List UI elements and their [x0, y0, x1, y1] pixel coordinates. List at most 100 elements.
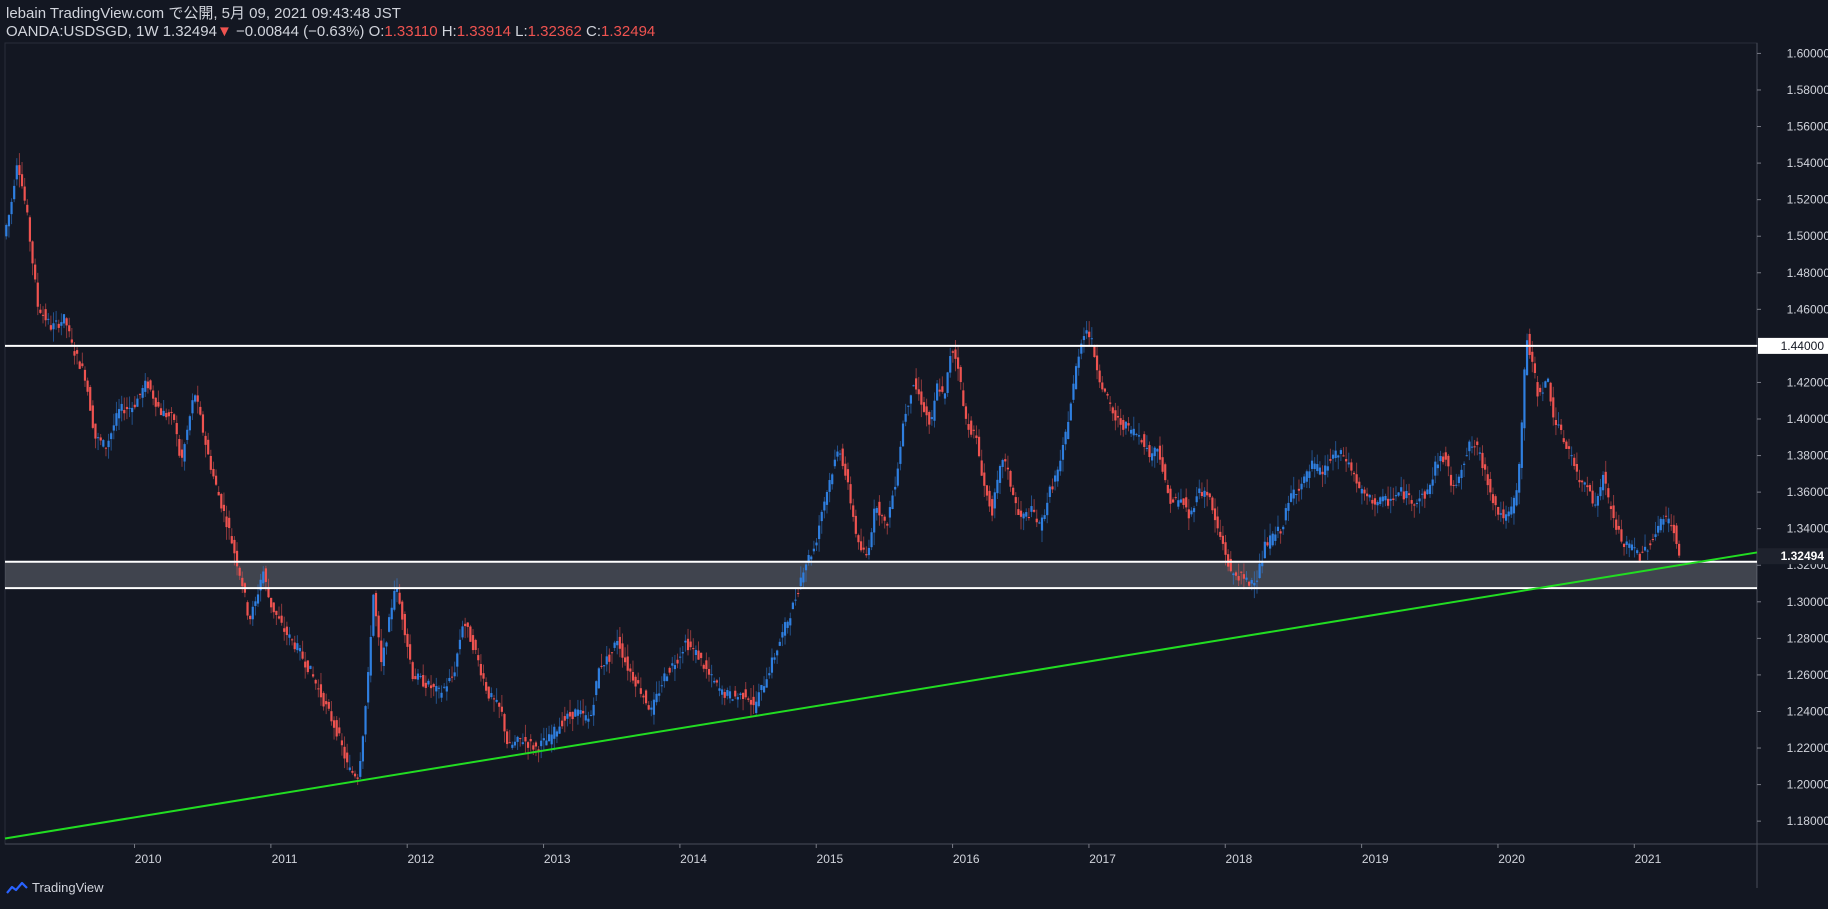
candle-up [1074, 366, 1078, 390]
candle-up [1287, 502, 1290, 511]
candle-down [1565, 441, 1568, 449]
candle-down [317, 688, 320, 690]
candle-up [1662, 519, 1665, 525]
candle-up [1043, 515, 1046, 520]
candle-down [1095, 355, 1099, 371]
time-axis[interactable]: 2010 2011 2012 2013 2014 2015 2016 2017 2018 2019… [134, 844, 1662, 866]
candle-up [1245, 577, 1248, 580]
candle-down [304, 661, 307, 668]
candle-up [555, 731, 559, 737]
candle-down [332, 720, 336, 728]
x-tick-label: 2021 [1635, 852, 1662, 866]
candle-up [96, 437, 100, 439]
candle-down [1672, 524, 1675, 534]
candle-down [532, 745, 535, 750]
price-chart[interactable]: 1.18000 1.20000 1.22000 1.24000 1.26000 1.280… [0, 0, 1828, 909]
candle-up [736, 697, 739, 700]
candle-down [1352, 472, 1356, 475]
candle-up [183, 444, 186, 462]
candle-up [1271, 533, 1274, 546]
candle-down [1093, 346, 1096, 358]
candle-up [587, 718, 590, 722]
candle-up [10, 201, 13, 215]
candle-up [838, 453, 842, 455]
candle-down [1350, 462, 1353, 471]
candle-up [256, 594, 260, 604]
y-tick-label: 1.34000 [1787, 522, 1828, 536]
candle-up [186, 429, 189, 440]
candle-down [1366, 493, 1369, 497]
candle-up [1630, 544, 1634, 551]
candles [5, 153, 1681, 786]
candle-down [1386, 498, 1390, 506]
candle-up [1137, 435, 1141, 437]
candle-down [99, 437, 102, 441]
candle-down [1609, 506, 1613, 510]
candle-up [1654, 534, 1657, 538]
candle-up [1030, 506, 1033, 512]
price-axis[interactable]: 1.18000 1.20000 1.22000 1.24000 1.26000 1.280… [1757, 46, 1828, 828]
candle-up [1048, 486, 1051, 498]
tradingview-branding[interactable]: TradingView [6, 880, 104, 895]
candle-down [270, 597, 273, 608]
candle-up [655, 693, 658, 703]
candle-up [1025, 512, 1028, 517]
candle-down [928, 411, 931, 425]
candle-up [650, 707, 653, 710]
candle-down [146, 381, 149, 389]
candle-up [566, 713, 569, 719]
candle-down [1088, 331, 1091, 338]
candle-up [1022, 513, 1025, 519]
candle-down [1148, 445, 1151, 458]
candle-down [479, 663, 482, 676]
candle-up [1135, 433, 1138, 435]
candle-up [867, 547, 871, 556]
candle-down [94, 423, 97, 439]
candle-down [1670, 525, 1673, 527]
candle-down [700, 652, 703, 659]
candle-up [558, 726, 561, 734]
low-value: 1.32362 [527, 23, 582, 40]
y-tick-label: 1.38000 [1787, 449, 1828, 463]
candle-up [1179, 499, 1183, 503]
candle-up [815, 542, 818, 546]
candle-up [453, 672, 456, 677]
candle-down [500, 706, 503, 712]
candle-down [1484, 464, 1487, 470]
candle-down [76, 350, 79, 354]
x-tick-label: 2020 [1498, 852, 1525, 866]
candle-down [988, 490, 991, 507]
candle-up [1468, 441, 1471, 452]
candle-up [128, 407, 131, 409]
candle-up [1305, 471, 1308, 482]
candle-down [1161, 457, 1164, 472]
candle-down [1009, 471, 1012, 487]
candle-up [833, 459, 836, 467]
candle-up [1397, 492, 1400, 496]
candle-up [1421, 493, 1424, 495]
candle-up [1130, 429, 1133, 434]
candle-up [1195, 496, 1198, 503]
y-tick-label: 1.54000 [1787, 156, 1828, 170]
candle-down [1158, 445, 1162, 460]
candle-down [702, 664, 705, 669]
candle-up [448, 677, 451, 682]
candle-up [1667, 518, 1670, 524]
candle-down [642, 695, 645, 698]
candle-up [936, 383, 939, 401]
candle-down [571, 711, 574, 720]
candle-down [133, 404, 136, 408]
candle-up [1400, 487, 1403, 492]
high-label: H: [441, 23, 457, 40]
candle-up [115, 413, 118, 426]
candle-up [372, 594, 375, 636]
candle-up [141, 388, 144, 398]
candle-down [41, 314, 45, 316]
candle-up [542, 738, 545, 741]
candle-up [191, 400, 194, 414]
candle-down [178, 439, 181, 456]
candle-up [658, 693, 661, 696]
candle-down [39, 309, 42, 313]
candle-down [983, 472, 986, 486]
candle-down [293, 642, 296, 650]
